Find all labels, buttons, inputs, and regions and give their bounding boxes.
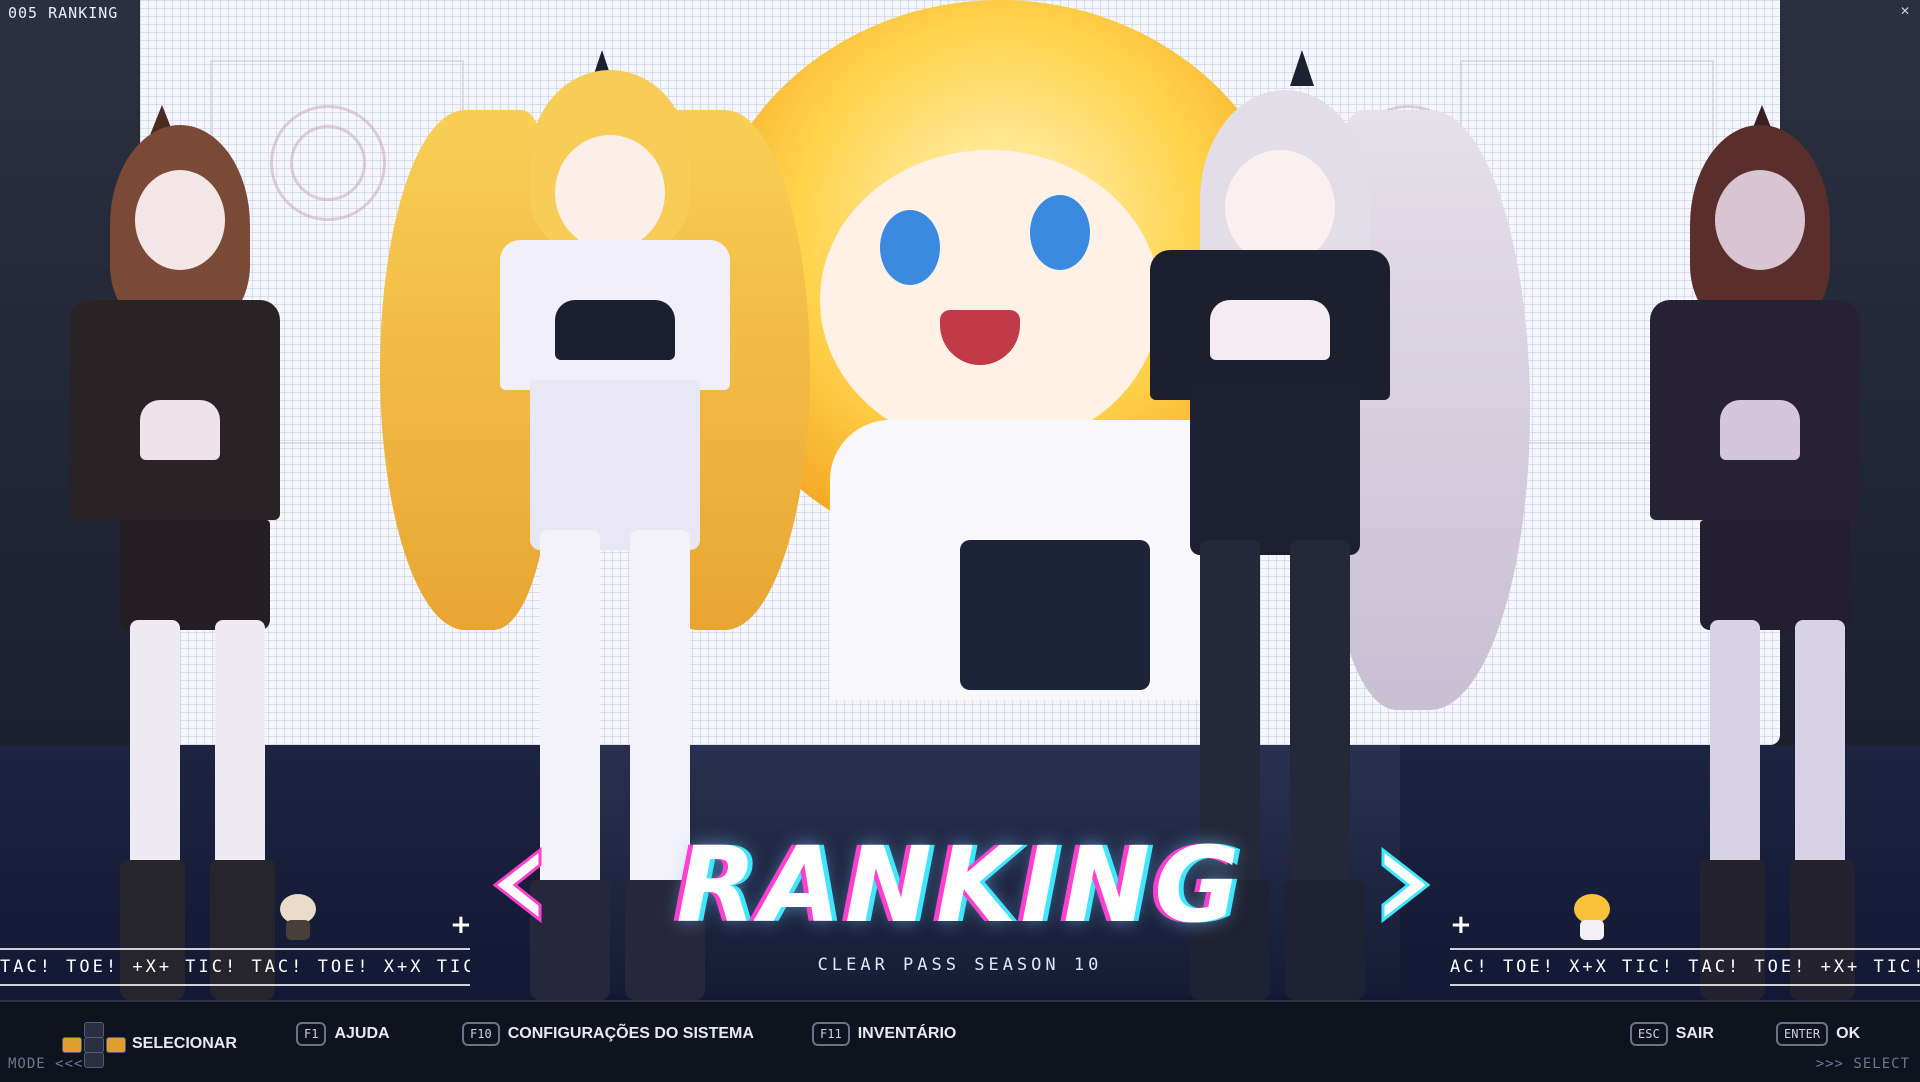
arrow-right-icon[interactable]: [1378, 845, 1438, 925]
giant-character-eye-right: [1030, 195, 1090, 270]
enter-key-icon: ENTER: [1776, 1022, 1829, 1046]
chibi-character-left: [276, 890, 320, 942]
help-key: F1: [296, 1022, 327, 1046]
exit-label: SAIR: [1675, 1025, 1714, 1042]
select-label: SELECIONAR: [132, 1035, 237, 1052]
inventory-label: INVENTÁRIO: [857, 1025, 957, 1042]
page-title: RANKING: [676, 824, 1244, 946]
plus-decor-right: +: [1450, 910, 1472, 940]
mode-indicator-right: >>> SELECT: [1815, 1056, 1910, 1072]
giant-character-eye-left: [880, 210, 940, 285]
hint-inventory[interactable]: F11 INVENTÁRIO: [812, 1022, 956, 1046]
arrow-left-icon[interactable]: [485, 845, 545, 925]
help-label: AJUDA: [334, 1025, 390, 1042]
hint-ok[interactable]: ENTER OK: [1776, 1022, 1860, 1046]
ok-label: OK: [1836, 1025, 1861, 1042]
inventory-key: F11: [812, 1022, 850, 1046]
screen-id-label: 005 RANKING: [8, 4, 119, 22]
plus-decor-left: +: [450, 910, 472, 940]
close-icon[interactable]: ✕: [1900, 4, 1914, 18]
hint-help[interactable]: F1 AJUDA: [296, 1022, 390, 1046]
system-label: CONFIGURAÇÕES DO SISTEMA: [507, 1025, 754, 1042]
hint-exit[interactable]: ESC SAIR: [1630, 1022, 1714, 1046]
chibi-character-right: [1570, 890, 1614, 942]
ticker-right: AC! TOE! X+X TIC! TAC! TOE! +X+ TIC! TAC: [1450, 948, 1920, 986]
esc-key: ESC: [1630, 1022, 1668, 1046]
mode-indicator-left: MODE <<<: [8, 1056, 84, 1072]
stage-scene: 005 RANKING ✕ RANKING CLEAR PASS SEASON …: [0, 0, 1920, 1000]
hint-select[interactable]: SELECIONAR: [62, 1022, 237, 1068]
hint-system-settings[interactable]: F10 CONFIGURAÇÕES DO SISTEMA: [462, 1022, 754, 1046]
ticker-left: TAC! TOE! +X+ TIC! TAC! TOE! X+X TIC! TA…: [0, 948, 470, 986]
system-key: F10: [462, 1022, 500, 1046]
